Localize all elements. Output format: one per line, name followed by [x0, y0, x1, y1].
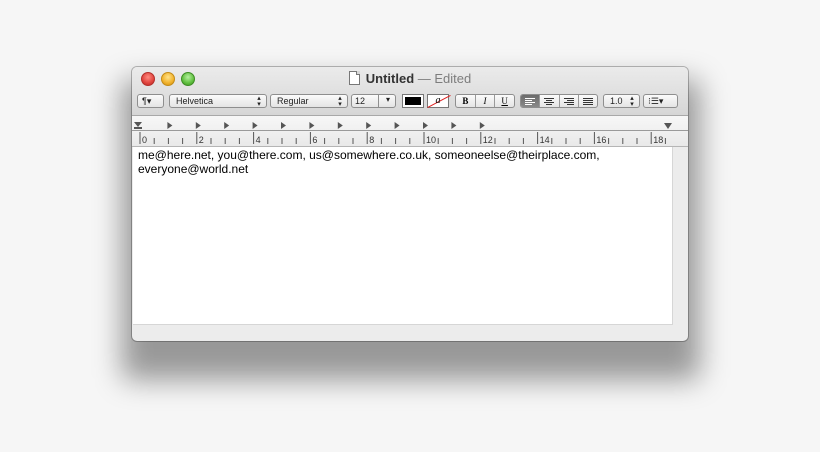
- ruler-label: 0: [142, 135, 147, 145]
- highlight-color-well[interactable]: a: [427, 94, 451, 109]
- text-style-buttons: B I U: [455, 94, 515, 108]
- underline-button[interactable]: U: [495, 95, 514, 107]
- tab-stop-marker[interactable]: [252, 122, 258, 129]
- ruler-label: 16: [596, 135, 606, 145]
- document-icon[interactable]: [348, 71, 360, 85]
- tab-stop-marker[interactable]: [423, 122, 428, 129]
- align-center-icon: [544, 98, 555, 105]
- window-title: Untitled — Edited: [132, 71, 688, 86]
- font-size-value[interactable]: 12: [355, 95, 365, 107]
- text-line: everyone@world.net: [138, 162, 249, 176]
- ruler-label: 8: [369, 135, 374, 145]
- ruler-label: 14: [540, 135, 550, 145]
- highlight-label: a: [435, 95, 441, 106]
- ruler-label: 18: [653, 135, 663, 145]
- tab-stop-marker[interactable]: [195, 122, 201, 129]
- edited-status: — Edited: [417, 71, 472, 86]
- ruler-labels: 0 2 4 6 8 10 12 14 16 18: [142, 135, 663, 145]
- text-editor[interactable]: me@here.net, you@there.com, us@somewhere…: [133, 147, 673, 325]
- align-left-icon: [525, 98, 536, 105]
- list-icon: ⁝☰▾: [648, 96, 664, 106]
- chevron-down-icon[interactable]: ▾: [378, 95, 395, 107]
- tab-stop-marker[interactable]: [167, 122, 173, 129]
- italic-button[interactable]: I: [476, 95, 496, 107]
- ruler-label: 6: [312, 135, 317, 145]
- document-name: Untitled: [365, 71, 415, 86]
- align-right-icon: [563, 98, 574, 105]
- tab-stop-marker[interactable]: [366, 122, 372, 129]
- font-style-value: Regular: [277, 96, 309, 106]
- ruler-label: 4: [256, 135, 261, 145]
- alignment-buttons: [520, 94, 598, 108]
- line-spacing-value: 1.0: [610, 96, 623, 106]
- updown-arrows-icon: ▴ ▾: [630, 95, 634, 108]
- font-family-value: Helvetica: [176, 96, 214, 106]
- font-style-popup[interactable]: Regular ▴ ▾: [270, 94, 348, 108]
- tab-stop-marker[interactable]: [451, 122, 457, 129]
- ruler-graphic: 0 2 4 6 8 10 12 14 16 18: [132, 122, 688, 145]
- text-color-fill: [405, 97, 421, 105]
- title-bar[interactable]: Untitled — Edited ¶▾ Helvetica ▴ ▾ Regula…: [132, 67, 688, 116]
- tab-stop-marker[interactable]: [337, 122, 343, 129]
- align-center-button[interactable]: [540, 95, 560, 107]
- justify-icon: [582, 98, 593, 105]
- updown-arrows-icon: ▴ ▾: [257, 95, 261, 108]
- bold-button[interactable]: B: [456, 95, 476, 107]
- tab-stop-marker[interactable]: [224, 122, 230, 129]
- ruler-label: 2: [199, 135, 204, 145]
- text-color-well[interactable]: [402, 94, 424, 108]
- text-line: me@here.net, you@there.com, us@somewhere…: [138, 148, 600, 162]
- ruler-label: 10: [426, 135, 436, 145]
- list-bullets-popup[interactable]: ⁝☰▾: [643, 94, 678, 108]
- updown-arrows-icon: ▴ ▾: [338, 95, 342, 108]
- justify-button[interactable]: [579, 95, 597, 107]
- align-left-button[interactable]: [521, 95, 541, 107]
- tab-stop-marker[interactable]: [309, 122, 315, 129]
- tab-stop-marker[interactable]: [281, 122, 286, 129]
- right-margin-marker[interactable]: [664, 123, 672, 129]
- tab-stop-marker[interactable]: [394, 122, 400, 129]
- left-indent-marker[interactable]: [134, 122, 142, 129]
- line-spacing-popup[interactable]: 1.0 ▴ ▾: [603, 94, 640, 108]
- font-size-combo[interactable]: 12 ▾: [351, 94, 396, 108]
- tab-stop-marker[interactable]: [479, 122, 485, 129]
- paragraph-styles-button[interactable]: ¶▾: [137, 94, 164, 108]
- font-family-popup[interactable]: Helvetica ▴ ▾: [169, 94, 267, 108]
- paragraph-label: ¶▾: [142, 96, 152, 106]
- ruler-label: 12: [483, 135, 493, 145]
- ruler[interactable]: 0 2 4 6 8 10 12 14 16 18: [132, 116, 688, 147]
- tab-stops[interactable]: [167, 122, 485, 129]
- align-right-button[interactable]: [560, 95, 579, 107]
- textedit-window: Untitled — Edited ¶▾ Helvetica ▴ ▾ Regula…: [132, 67, 688, 341]
